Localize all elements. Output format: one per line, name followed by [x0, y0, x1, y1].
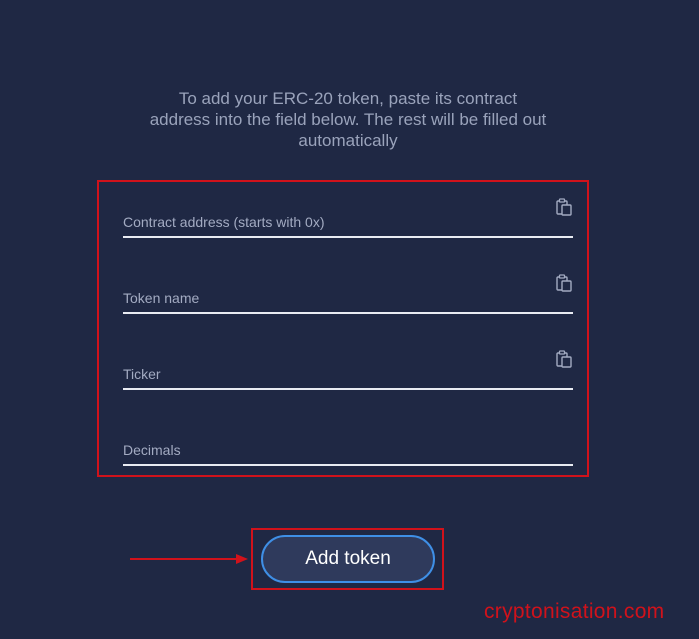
watermark: cryptonisation.com	[484, 600, 665, 623]
ticker-input[interactable]	[123, 360, 543, 388]
ticker-underline	[123, 388, 573, 390]
red-arrow-icon	[130, 554, 248, 564]
contract-address-input[interactable]	[123, 208, 543, 236]
decimals-input[interactable]	[123, 436, 543, 464]
add-token-button[interactable]: Add token	[261, 535, 435, 583]
decimals-field	[123, 426, 573, 466]
clipboard-paste-icon[interactable]	[555, 350, 573, 368]
token-name-input[interactable]	[123, 284, 543, 312]
token-name-field	[123, 274, 573, 314]
token-name-underline	[123, 312, 573, 314]
intro-text: To add your ERC-20 token, paste its cont…	[149, 89, 547, 150]
decimals-underline	[123, 464, 573, 466]
clipboard-paste-icon[interactable]	[555, 274, 573, 292]
ticker-field	[123, 350, 573, 390]
clipboard-paste-icon[interactable]	[555, 198, 573, 216]
contract-address-underline	[123, 236, 573, 238]
contract-address-field	[123, 198, 573, 238]
